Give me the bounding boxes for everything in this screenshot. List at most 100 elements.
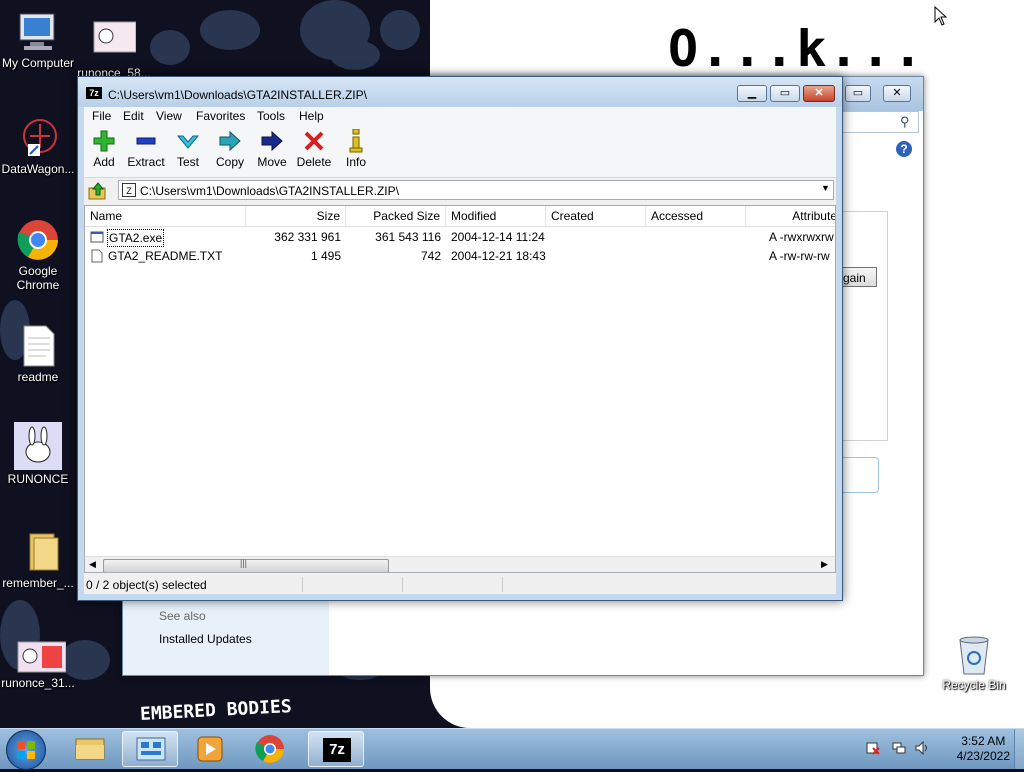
file-size: 1 495 [310,249,341,263]
text-file-icon [16,324,60,368]
info-button[interactable]: Info [334,127,378,169]
menu-bar: File Edit View Favorites Tools Help [84,107,836,125]
desktop-icon-google-chrome[interactable]: Google Chrome [0,218,76,292]
folder-icon [16,530,60,574]
menu-edit[interactable]: Edit [123,109,144,123]
start-button[interactable] [6,730,46,770]
network-icon[interactable] [891,741,907,755]
taskbar-control-panel[interactable] [122,731,178,767]
file-list[interactable]: Name Size Packed Size Modified Created A… [84,205,836,573]
window-client-area: File Edit View Favorites Tools Help Add … [84,107,836,594]
desktop-icon-label: RUNONCE [7,472,69,486]
column-header-accessed[interactable]: Accessed [646,206,746,226]
maximize-icon[interactable]: ▭ [845,85,871,102]
column-header-created[interactable]: Created [546,206,646,226]
menu-file[interactable]: File [92,109,111,123]
column-header-modified[interactable]: Modified [446,206,546,226]
window-titlebar[interactable]: 7z C:\Users\vm1\Downloads\GTA2INSTALLER.… [78,77,842,107]
bunny-image-icon [14,422,62,470]
column-header-attributes[interactable]: Attribute [746,206,835,226]
media-player-icon [197,736,223,762]
clock-time: 3:52 AM [961,734,1006,748]
computer-icon [16,10,60,54]
desktop-icon-my-computer[interactable]: My Computer [0,10,76,70]
column-header-name[interactable]: Name [85,206,246,226]
menu-help[interactable]: Help [299,109,324,123]
desktop-icon-label: My Computer [1,56,75,70]
move-button[interactable]: Move [250,127,294,169]
desktop-icon-label: runonce_31... [1,676,75,690]
wallpaper-text: O...k... [668,20,925,78]
info-icon [334,127,378,155]
x-delete-icon [292,127,336,155]
file-name: GTA2_README.TXT [108,249,223,263]
folder-up-icon[interactable] [88,181,108,201]
column-header-size[interactable]: Size [246,206,346,226]
window-title: C:\Users\vm1\Downloads\GTA2INSTALLER.ZIP… [108,88,367,102]
background-button[interactable]: gain [841,267,877,287]
scroll-right-icon[interactable]: ▶ [821,559,828,570]
desktop-icon-runonce-31[interactable]: runonce_31... [0,640,76,690]
desktop-icon-label: DataWagon... [1,162,75,176]
maximize-icon: ▭ [779,87,791,99]
status-bar: 0 / 2 object(s) selected [84,575,836,594]
desktop-icon-runonce-58[interactable]: runonce_58... [76,20,152,80]
desktop-icon-runonce[interactable]: RUNONCE [0,422,76,486]
minimize-icon: ▁ [747,87,757,99]
installed-updates-link[interactable]: Installed Updates [159,632,252,646]
folder-icon [75,738,105,760]
show-desktop-button[interactable] [1014,729,1024,769]
minimize-button[interactable]: ▁ [737,85,767,102]
scrollbar-thumb[interactable]: ||| [103,558,389,572]
copy-button[interactable]: Copy [208,127,252,169]
delete-button[interactable]: Delete [292,127,336,169]
background-search-box[interactable]: ⚲ [841,111,919,133]
image-file-icon [16,640,67,674]
grip-icon: ||| [240,558,248,568]
close-icon[interactable]: ✕ [883,85,911,102]
taskbar-chrome[interactable] [242,731,298,767]
status-text: 0 / 2 object(s) selected [86,578,207,592]
table-row[interactable]: GTA2.exe 362 331 961 361 543 116 2004-12… [85,228,835,247]
7zip-file-manager-window[interactable]: 7z C:\Users\vm1\Downloads\GTA2INSTALLER.… [77,76,843,601]
horizontal-scrollbar[interactable]: ◀ ||| ▶ [85,556,835,572]
menu-tools[interactable]: Tools [257,109,285,123]
desktop-icon-remember[interactable]: remember_... [0,530,76,590]
desktop-icon-readme[interactable]: readme [0,324,76,384]
close-button[interactable]: ✕ [803,85,835,102]
text-file-icon [90,247,104,266]
chevron-down-icon[interactable]: ▼ [821,183,830,193]
add-button[interactable]: Add [82,127,126,169]
desktop-icon-recycle-bin[interactable]: Recycle Bin [936,632,1012,692]
taskbar-media-player[interactable] [182,731,238,767]
see-also-label: See also [159,609,206,623]
test-button[interactable]: Test [166,127,210,169]
toolbar: Add Extract Test Copy Move Delete Info [84,125,836,178]
control-panel-icon [136,737,166,761]
maximize-button[interactable]: ▭ [770,85,800,102]
taskbar-explorer[interactable] [62,731,118,767]
shortcut-icon [16,116,60,160]
checkmark-icon [166,127,210,155]
desktop-icon-label: Recycle Bin [942,678,1006,692]
desktop-icon-datawagon[interactable]: DataWagon... [0,116,76,176]
background-sidebar: See also Installed Updates [123,597,329,675]
volume-icon[interactable] [914,740,930,756]
menu-view[interactable]: View [156,109,182,123]
background-input[interactable] [841,457,879,493]
scroll-left-icon[interactable]: ◀ [89,559,96,570]
archive-icon: Z [122,183,136,197]
action-center-icon[interactable] [866,741,880,755]
7zip-app-icon: 7z [86,87,102,99]
file-size: 362 331 961 [274,230,341,244]
address-field[interactable]: Z C:\Users\vm1\Downloads\GTA2INSTALLER.Z… [118,180,834,200]
system-clock[interactable]: 3:52 AM 4/23/2022 [957,734,1010,764]
column-header-packed-size[interactable]: Packed Size [346,206,446,226]
desktop-icon-label: Google Chrome [16,264,60,292]
recycle-bin-icon [952,632,996,676]
menu-favorites[interactable]: Favorites [196,109,245,123]
table-row[interactable]: GTA2_README.TXT 1 495 742 2004-12-21 18:… [85,247,835,266]
extract-button[interactable]: Extract [124,127,168,169]
help-icon[interactable]: ? [896,141,912,157]
taskbar-7zip[interactable]: 7z [308,731,364,767]
